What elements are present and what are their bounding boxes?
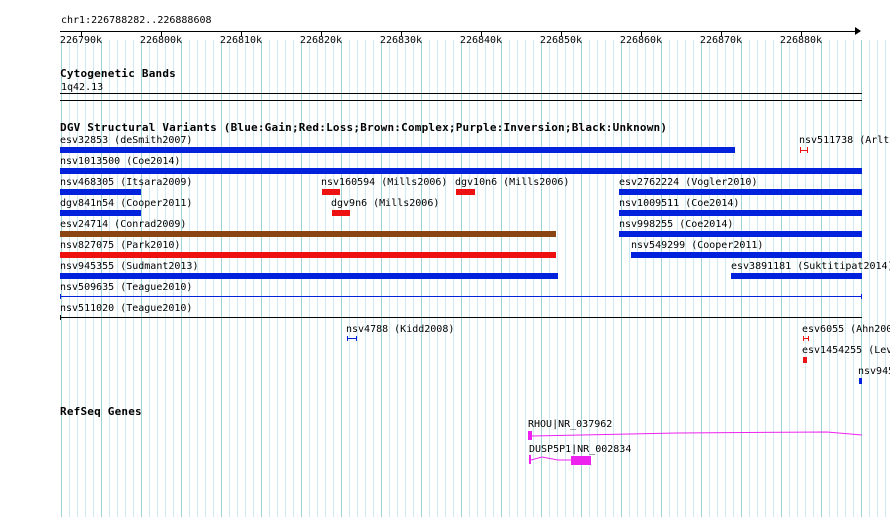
cytoband-line-top bbox=[60, 93, 862, 94]
feature-label[interactable]: dgv9n6 (Mills2006) bbox=[331, 198, 439, 209]
feature-label[interactable]: nsv998255 (Coe2014) bbox=[619, 219, 733, 230]
sv-gain-bar[interactable] bbox=[60, 189, 141, 195]
ruler-tick-label: 226830k bbox=[379, 35, 423, 46]
feature-label[interactable]: dgv841n54 (Cooper2011) bbox=[60, 198, 192, 209]
refseq-track-title: RefSeq Genes bbox=[60, 405, 142, 418]
cytoband-track-title: Cytogenetic Bands bbox=[60, 67, 176, 80]
ruler-tick-label: 226810k bbox=[219, 35, 263, 46]
feature-label[interactable]: nsv511738 (Arlt bbox=[799, 135, 889, 146]
feature-label[interactable]: nsv509635 (Teague2010) bbox=[60, 282, 192, 293]
feature-label[interactable]: nsv1013500 (Coe2014) bbox=[60, 156, 180, 167]
sv-loss-marker[interactable] bbox=[803, 336, 809, 341]
ruler-tick-label: 226860k bbox=[619, 35, 663, 46]
sv-loss-bar[interactable] bbox=[456, 189, 475, 195]
ruler-tick-label: 226880k bbox=[779, 35, 823, 46]
sv-gain-line[interactable] bbox=[60, 294, 862, 299]
cytoband-line-bottom bbox=[60, 100, 862, 101]
location-label: chr1:226788282..226888608 bbox=[61, 15, 212, 26]
sv-unknown-line[interactable] bbox=[60, 315, 862, 320]
ruler-tick-label: 226800k bbox=[139, 35, 183, 46]
feature-label[interactable]: esv24714 (Conrad2009) bbox=[60, 219, 186, 230]
sv-gain-bar[interactable] bbox=[619, 210, 862, 216]
feature-label[interactable]: nsv827075 (Park2010) bbox=[60, 240, 180, 251]
sv-gain-bar[interactable] bbox=[619, 231, 862, 237]
feature-label[interactable]: dgv10n6 (Mills2006) bbox=[455, 177, 569, 188]
feature-label[interactable]: nsv945355 (Sudmant2013) bbox=[60, 261, 198, 272]
sv-gain-bar[interactable] bbox=[619, 189, 862, 195]
sv-loss-bar[interactable] bbox=[332, 210, 350, 216]
sv-gain-bar[interactable] bbox=[631, 252, 862, 258]
feature-label[interactable]: esv32853 (deSmith2007) bbox=[60, 135, 192, 146]
ruler-line bbox=[60, 31, 860, 32]
cytoband-label[interactable]: 1q42.13 bbox=[61, 82, 103, 93]
feature-label[interactable]: nsv945 bbox=[858, 366, 890, 377]
feature-label[interactable]: nsv511020 (Teague2010) bbox=[60, 303, 192, 314]
sv-gain-bar[interactable] bbox=[859, 378, 862, 384]
feature-label[interactable]: esv6055 (Ahn200 bbox=[802, 324, 890, 335]
sv-gain-bar[interactable] bbox=[60, 147, 735, 153]
feature-label[interactable]: esv1454255 (Lev bbox=[802, 345, 890, 356]
feature-label[interactable]: esv3891181 (Suktitipat2014) bbox=[731, 261, 890, 272]
feature-label[interactable]: esv2762224 (Vogler2010) bbox=[619, 177, 757, 188]
sv-gain-bar[interactable] bbox=[731, 273, 862, 279]
ruler-tick-label: 226870k bbox=[699, 35, 743, 46]
feature-label[interactable]: nsv468305 (Itsara2009) bbox=[60, 177, 192, 188]
feature-label[interactable]: nsv549299 (Cooper2011) bbox=[631, 240, 763, 251]
sv-loss-bar[interactable] bbox=[322, 189, 340, 195]
dgv-track-title: DGV Structural Variants (Blue:Gain;Red:L… bbox=[60, 121, 668, 134]
sv-loss-bar[interactable] bbox=[803, 357, 807, 363]
genome-browser: chr1:226788282..226888608 226790k 226800k… bbox=[0, 0, 890, 517]
sv-gain-bar[interactable] bbox=[60, 210, 141, 216]
ruler-tick-label: 226850k bbox=[539, 35, 583, 46]
ruler-end-arrow bbox=[855, 27, 861, 35]
ruler-tick-label: 226820k bbox=[299, 35, 343, 46]
sv-complex-bar[interactable] bbox=[60, 231, 556, 237]
feature-label[interactable]: nsv160594 (Mills2006) bbox=[321, 177, 447, 188]
feature-label[interactable]: nsv1009511 (Coe2014) bbox=[619, 198, 739, 209]
sv-loss-marker[interactable] bbox=[800, 147, 808, 153]
ruler-tick-label: 226840k bbox=[459, 35, 503, 46]
gene-model-rhou[interactable] bbox=[527, 426, 863, 442]
sv-gain-bar[interactable] bbox=[60, 168, 862, 174]
sv-gain-bar[interactable] bbox=[60, 273, 558, 279]
gene-model-dusp5p1[interactable] bbox=[528, 452, 594, 468]
ruler-tick-label: 226790k bbox=[59, 35, 103, 46]
sv-loss-bar[interactable] bbox=[60, 252, 556, 258]
feature-label[interactable]: nsv4788 (Kidd2008) bbox=[346, 324, 454, 335]
sv-gain-marker[interactable] bbox=[347, 336, 357, 341]
